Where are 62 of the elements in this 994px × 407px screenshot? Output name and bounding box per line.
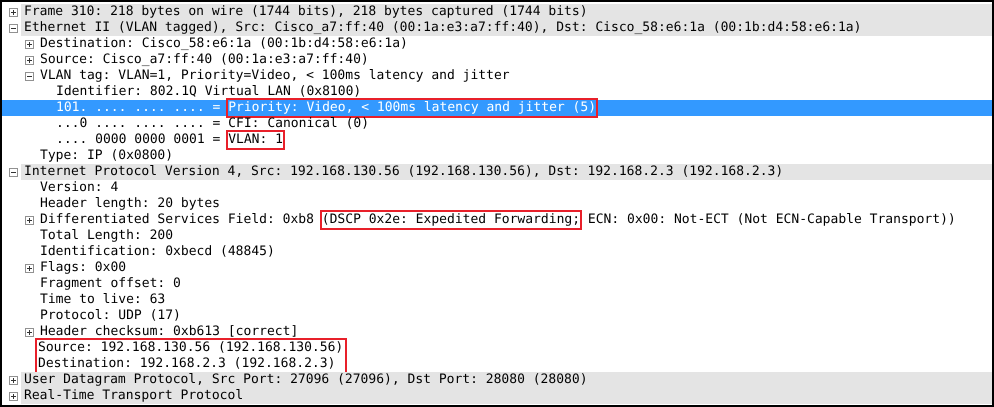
- tree-row[interactable]: Version: 4: [2, 180, 992, 196]
- tree-item-label: Version: 4: [40, 180, 118, 196]
- tree-row[interactable]: ...0 .... .... .... = CFI: Canonical (0): [2, 116, 992, 132]
- tree-item-label: .... 0000 0000 0001 =: [56, 132, 222, 148]
- tree-item-label: 101. .... .... .... =: [56, 100, 222, 116]
- expand-icon[interactable]: [24, 328, 34, 336]
- tree-item-label: User Datagram Protocol, Src Port: 27096 (27096), Dst Port: 28080 (28080): [24, 372, 588, 388]
- tree-item-label: Fragment offset: 0: [40, 276, 181, 292]
- tree-item-label: Internet Protocol Version 4, Src: 192.168.130.56 (192.168.130.56), Dst: 192.168.2.3 (192.168.2.3): [24, 164, 784, 180]
- tree-item-label: ECN: 0x00: Not-ECT (Not ECN-Capable Transport)): [586, 212, 956, 228]
- tree-item-label: Source: Cisco_a7:ff:40 (00:1a:e3:a7:ff:40): [40, 52, 369, 68]
- expand-icon[interactable]: [8, 8, 18, 16]
- tree-item-label: Type: IP (0x0800): [40, 148, 174, 164]
- tree-row[interactable]: Total Length: 200: [2, 228, 992, 244]
- collapse-icon[interactable]: [24, 72, 34, 80]
- tree-row[interactable]: Frame 310: 218 bytes on wire (1744 bits), 218 bytes captured (1744 bits): [2, 4, 992, 20]
- tree-row[interactable]: User Datagram Protocol, Src Port: 27096 (27096), Dst Port: 28080 (28080): [2, 372, 992, 388]
- tree-row[interactable]: Internet Protocol Version 4, Src: 192.168.130.56 (192.168.130.56), Dst: 192.168.2.3 (192.168.2.3): [2, 164, 992, 180]
- tree-item-label: Frame 310: 218 bytes on wire (1744 bits), 218 bytes captured (1744 bits): [24, 4, 588, 20]
- expand-icon[interactable]: [8, 392, 18, 400]
- collapse-icon[interactable]: [8, 168, 18, 176]
- tree-row[interactable]: Time to live: 63: [2, 292, 992, 308]
- tree-item-label: Ethernet II (VLAN tagged), Src: Cisco_a7:ff:40 (00:1a:e3:a7:ff:40), Dst: Cisco_58:e6:1a (00:1b:d4:58:e6:1a): [24, 20, 862, 36]
- tree-row[interactable]: Differentiated Services Field: 0xb8 (DSCP 0x2e: Expedited Forwarding; ECN: 0x00: Not-ECT (Not ECN-Capable Transport)): [2, 212, 992, 228]
- tree-row[interactable]: Header length: 20 bytes: [2, 196, 992, 212]
- tree-row[interactable]: .... 0000 0000 0001 = VLAN: 1: [2, 132, 992, 148]
- tree-item-label: Header length: 20 bytes: [40, 196, 220, 212]
- tree-row[interactable]: Type: IP (0x0800): [2, 148, 992, 164]
- tree-item-label: Differentiated Services Field: 0xb8: [40, 212, 315, 228]
- tree-item-label: Header checksum: 0xb613 [correct]: [40, 324, 298, 340]
- tree-item-label[interactable]: Destination: 192.168.2.3 (192.168.2.3): [38, 356, 344, 372]
- tree-row[interactable]: Destination: Cisco_58:e6:1a (00:1b:d4:58:e6:1a): [2, 36, 992, 52]
- highlighted-text: (DSCP 0x2e: Expedited Forwarding;: [322, 212, 580, 228]
- tree-item-label: VLAN tag: VLAN=1, Priority=Video, < 100ms latency and jitter: [40, 68, 510, 84]
- expand-icon[interactable]: [24, 56, 34, 64]
- tree-item-label: Time to live: 63: [40, 292, 166, 308]
- collapse-icon[interactable]: [8, 24, 18, 32]
- tree-item-label: Protocol: UDP (17): [40, 308, 181, 324]
- highlighted-text: VLAN: 1: [228, 132, 283, 148]
- tree-row[interactable]: Ethernet II (VLAN tagged), Src: Cisco_a7:ff:40 (00:1a:e3:a7:ff:40), Dst: Cisco_58:e6:1a (00:1b:d4:58:e6:1a): [2, 20, 992, 36]
- tree-row[interactable]: Fragment offset: 0: [2, 276, 992, 292]
- tree-row[interactable]: Protocol: UDP (17): [2, 308, 992, 324]
- expand-icon[interactable]: [24, 264, 34, 272]
- tree-row[interactable]: Real-Time Transport Protocol: [2, 388, 992, 404]
- tree-item-label: Real-Time Transport Protocol: [24, 388, 244, 404]
- tree-item-label: Identification: 0xbecd (48845): [40, 244, 275, 260]
- tree-item-label: Total Length: 200: [40, 228, 174, 244]
- expand-icon[interactable]: [24, 40, 34, 48]
- tree-row[interactable]: Flags: 0x00: [2, 260, 992, 276]
- tree-row[interactable]: Identification: 0xbecd (48845): [2, 244, 992, 260]
- tree-item-label: Destination: Cisco_58:e6:1a (00:1b:d4:58:e6:1a): [40, 36, 408, 52]
- tree-item-label: Flags: 0x00: [40, 260, 126, 276]
- tree-item-label: ...0 .... .... .... = CFI: Canonical (0): [56, 116, 370, 132]
- tree-row[interactable]: Identifier: 802.1Q Virtual LAN (0x8100): [2, 84, 992, 100]
- tree-row[interactable]: VLAN tag: VLAN=1, Priority=Video, < 100ms latency and jitter: [2, 68, 992, 84]
- tree-item-label: Identifier: 802.1Q Virtual LAN (0x8100): [56, 84, 362, 100]
- tree-row[interactable]: Header checksum: 0xb613 [correct]: [2, 324, 992, 340]
- tree-row[interactable]: Source: Cisco_a7:ff:40 (00:1a:e3:a7:ff:40): [2, 52, 992, 68]
- tree-item-label[interactable]: Source: 192.168.130.56 (192.168.130.56): [38, 340, 344, 356]
- highlighted-text: Priority: Video, < 100ms latency and jitter (5): [228, 100, 596, 116]
- expand-icon[interactable]: [8, 376, 18, 384]
- expand-icon[interactable]: [24, 216, 34, 224]
